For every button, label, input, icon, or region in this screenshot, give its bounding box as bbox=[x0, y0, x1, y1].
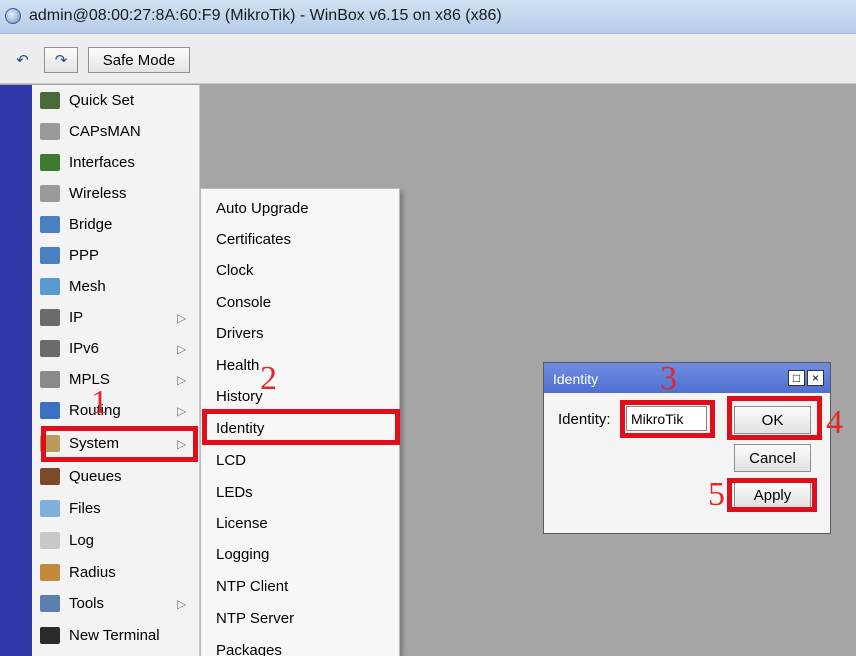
menu-item-label: IPv6 bbox=[69, 340, 100, 357]
mpls-icon bbox=[40, 371, 60, 388]
submenu-item-logging[interactable]: Logging bbox=[216, 546, 269, 563]
menu-item-ip[interactable]: IP ▷ bbox=[32, 302, 200, 333]
submenu-item-drivers[interactable]: Drivers bbox=[216, 325, 264, 342]
close-icon[interactable]: × bbox=[807, 370, 824, 386]
menu-item-ipv6[interactable]: IPv6 ▷ bbox=[32, 333, 200, 364]
step-number-4: 4 bbox=[826, 404, 843, 441]
submenu-arrow-icon: ▷ bbox=[177, 372, 187, 387]
menu-item-ppp[interactable]: PPP bbox=[32, 240, 200, 271]
submenu-arrow-icon: ▷ bbox=[177, 403, 187, 418]
menu-item-mpls[interactable]: MPLS ▷ bbox=[32, 364, 200, 395]
submenu-item-certificates[interactable]: Certificates bbox=[216, 231, 291, 248]
submenu-item-license[interactable]: License bbox=[216, 515, 268, 532]
submenu-item-lcd[interactable]: LCD bbox=[216, 452, 246, 469]
identity-highlight-box bbox=[202, 409, 400, 445]
submenu-item-clock[interactable]: Clock bbox=[216, 262, 254, 279]
step-number-5: 5 bbox=[708, 476, 725, 513]
menu-item-bridge[interactable]: Bridge bbox=[32, 209, 200, 240]
menu-item-label: Mesh bbox=[69, 278, 106, 295]
menu-item-quick-set[interactable]: Quick Set bbox=[32, 85, 200, 116]
system-highlight-box bbox=[41, 426, 198, 462]
identity-input-highlight-box bbox=[620, 400, 715, 438]
menu-item-tools[interactable]: Tools ▷ bbox=[32, 588, 200, 619]
ip-icon bbox=[40, 309, 60, 326]
ipv6-icon bbox=[40, 340, 60, 357]
menu-item-interfaces[interactable]: Interfaces bbox=[32, 147, 200, 178]
step-number-3: 3 bbox=[660, 360, 677, 397]
menu-item-mesh[interactable]: Mesh bbox=[32, 271, 200, 302]
submenu-arrow-icon: ▷ bbox=[177, 596, 187, 611]
queues-icon bbox=[40, 468, 60, 485]
menu-item-label: New Terminal bbox=[69, 627, 160, 644]
menu-item-label: Bridge bbox=[69, 216, 113, 233]
undo-button[interactable]: ↶ bbox=[8, 47, 37, 73]
submenu-item-ntp-client[interactable]: NTP Client bbox=[216, 578, 288, 595]
menu-item-label: Queues bbox=[69, 468, 122, 485]
menu-item-capsman[interactable]: CAPsMAN bbox=[32, 116, 200, 147]
menu-item-queues[interactable]: Queues bbox=[32, 461, 200, 492]
winbox-app-icon bbox=[5, 8, 21, 24]
redo-button[interactable]: ↷ bbox=[44, 47, 78, 73]
ppp-icon bbox=[40, 247, 60, 264]
submenu-item-history[interactable]: History bbox=[216, 388, 263, 405]
submenu-arrow-icon: ▷ bbox=[177, 341, 187, 356]
menu-item-new-terminal[interactable]: New Terminal bbox=[32, 620, 200, 651]
bridge-icon bbox=[40, 216, 60, 233]
mesh-icon bbox=[40, 278, 60, 295]
menu-item-label: Quick Set bbox=[69, 92, 135, 109]
toolbar: ↶ ↷ Safe Mode bbox=[0, 34, 856, 84]
identity-dialog-title: Identity bbox=[553, 371, 599, 387]
main-menu: Quick Set CAPsMAN Interfaces Wireless Br… bbox=[32, 85, 200, 656]
submenu-item-ntp-server[interactable]: NTP Server bbox=[216, 610, 294, 627]
submenu-item-leds[interactable]: LEDs bbox=[216, 484, 253, 501]
interfaces-icon bbox=[40, 154, 60, 171]
log-icon bbox=[40, 532, 60, 549]
menu-item-label: Radius bbox=[69, 564, 116, 581]
menu-item-label: PPP bbox=[69, 247, 100, 264]
identity-field-label: Identity: bbox=[558, 411, 611, 428]
submenu-item-auto-upgrade[interactable]: Auto Upgrade bbox=[216, 200, 309, 217]
restore-icon[interactable]: □ bbox=[788, 370, 805, 386]
menu-item-label: Files bbox=[69, 500, 101, 517]
menu-item-wireless[interactable]: Wireless bbox=[32, 178, 200, 209]
menu-item-radius[interactable]: Radius bbox=[32, 557, 200, 588]
menu-item-files[interactable]: Files bbox=[32, 493, 200, 524]
menu-item-log[interactable]: Log bbox=[32, 525, 200, 556]
menu-item-label: Log bbox=[69, 532, 95, 549]
antenna-icon bbox=[40, 123, 60, 140]
menu-item-label: IP bbox=[69, 309, 84, 326]
window-title: admin@08:00:27:8A:60:F9 (MikroTik) - Win… bbox=[29, 7, 502, 24]
menu-item-routing[interactable]: Routing ▷ bbox=[32, 395, 200, 426]
menu-item-label: Tools bbox=[69, 595, 105, 612]
terminal-icon bbox=[40, 627, 60, 644]
redo-icon: ↷ bbox=[54, 52, 68, 69]
safe-mode-button[interactable]: Safe Mode bbox=[88, 47, 190, 73]
quick-set-icon bbox=[40, 92, 60, 109]
cancel-button[interactable]: Cancel bbox=[734, 444, 811, 472]
step-number-2: 2 bbox=[260, 360, 277, 397]
identity-dialog-title-bar[interactable]: Identity □ × bbox=[544, 363, 830, 393]
antenna-icon bbox=[40, 185, 60, 202]
step-number-1: 1 bbox=[91, 384, 108, 421]
submenu-arrow-icon: ▷ bbox=[177, 310, 187, 325]
radius-icon bbox=[40, 564, 60, 581]
ok-highlight-box bbox=[727, 396, 822, 440]
tools-icon bbox=[40, 595, 60, 612]
undo-icon: ↶ bbox=[16, 52, 29, 69]
submenu-item-health[interactable]: Health bbox=[216, 357, 259, 374]
menu-item-label: CAPsMAN bbox=[69, 123, 141, 140]
submenu-item-packages[interactable]: Packages bbox=[216, 642, 282, 656]
routing-icon bbox=[40, 402, 60, 419]
folder-icon bbox=[40, 500, 60, 517]
menu-item-label: Wireless bbox=[69, 185, 127, 202]
menu-item-label: Interfaces bbox=[69, 154, 135, 171]
submenu-item-console[interactable]: Console bbox=[216, 294, 271, 311]
winbox-side-strip bbox=[0, 85, 32, 656]
window-title-bar[interactable]: admin@08:00:27:8A:60:F9 (MikroTik) - Win… bbox=[0, 0, 856, 34]
apply-highlight-box bbox=[727, 478, 817, 512]
